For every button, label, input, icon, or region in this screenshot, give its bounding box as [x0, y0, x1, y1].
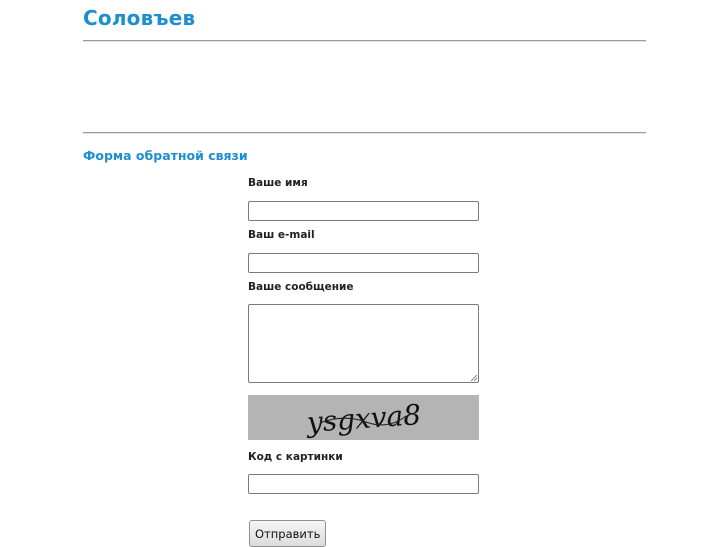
header-divider — [83, 40, 646, 42]
message-label: Ваше сообщение — [248, 281, 354, 293]
email-input[interactable] — [248, 253, 479, 273]
name-label: Ваше имя — [248, 177, 308, 189]
captcha-text: ysgxva8 — [304, 398, 422, 439]
submit-button[interactable]: Отправить — [249, 520, 327, 547]
content-divider — [83, 132, 646, 134]
email-label: Ваш e-mail — [248, 229, 315, 241]
captcha-code-label: Код с картинки — [248, 451, 343, 463]
resize-handle-icon[interactable] — [470, 374, 478, 382]
name-input[interactable] — [248, 201, 479, 221]
feedback-form-title: Форма обратной связи — [83, 148, 248, 163]
captcha-code-input[interactable] — [248, 474, 479, 494]
message-textarea[interactable] — [248, 304, 479, 383]
captcha-image: ysgxva8 — [248, 395, 479, 440]
page-title: Соловъев — [83, 6, 196, 30]
